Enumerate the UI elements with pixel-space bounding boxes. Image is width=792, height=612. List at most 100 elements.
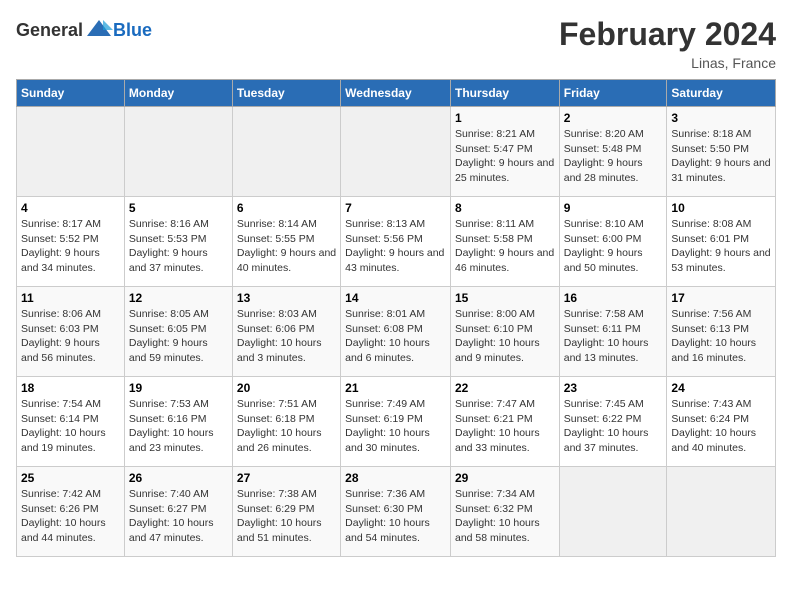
day-detail: Sunrise: 8:18 AMSunset: 5:50 PMDaylight:… [671, 127, 771, 186]
day-detail: Sunrise: 8:11 AMSunset: 5:58 PMDaylight:… [455, 217, 555, 276]
day-number: 26 [129, 471, 228, 485]
calendar-cell: 29 Sunrise: 7:34 AMSunset: 6:32 PMDayligh… [450, 467, 559, 557]
day-detail: Sunrise: 7:58 AMSunset: 6:11 PMDaylight:… [564, 307, 663, 366]
day-number: 24 [671, 381, 771, 395]
day-detail: Sunrise: 7:47 AMSunset: 6:21 PMDaylight:… [455, 397, 555, 456]
calendar-cell: 22 Sunrise: 7:47 AMSunset: 6:21 PMDayligh… [450, 377, 559, 467]
day-detail: Sunrise: 7:51 AMSunset: 6:18 PMDaylight:… [237, 397, 336, 456]
day-number: 10 [671, 201, 771, 215]
weekday-header-wednesday: Wednesday [341, 80, 451, 107]
calendar-cell: 18Sunrise: 7:54 AMSunset: 6:14 PMDayligh… [17, 377, 125, 467]
calendar-week-row: 25 Sunrise: 7:42 AMSunset: 6:26 PMDayligh… [17, 467, 776, 557]
calendar-cell: 12Sunrise: 8:05 AMSunset: 6:05 PMDayligh… [124, 287, 232, 377]
title-block: February 2024 Linas, France [559, 16, 776, 71]
calendar-cell: 20 Sunrise: 7:51 AMSunset: 6:18 PMDayligh… [232, 377, 340, 467]
calendar-cell: 17Sunrise: 7:56 AMSunset: 6:13 PMDayligh… [667, 287, 776, 377]
weekday-header-friday: Friday [559, 80, 667, 107]
calendar-cell: 8 Sunrise: 8:11 AMSunset: 5:58 PMDaylight… [450, 197, 559, 287]
day-number: 25 [21, 471, 120, 485]
day-detail: Sunrise: 8:21 AMSunset: 5:47 PMDaylight:… [455, 127, 555, 186]
calendar-cell: 1 Sunrise: 8:21 AMSunset: 5:47 PMDaylight… [450, 107, 559, 197]
calendar-cell: 28 Sunrise: 7:36 AMSunset: 6:30 PMDayligh… [341, 467, 451, 557]
calendar-cell: 10 Sunrise: 8:08 AMSunset: 6:01 PMDayligh… [667, 197, 776, 287]
calendar-cell: 27 Sunrise: 7:38 AMSunset: 6:29 PMDayligh… [232, 467, 340, 557]
day-number: 8 [455, 201, 555, 215]
calendar-cell: 21 Sunrise: 7:49 AMSunset: 6:19 PMDayligh… [341, 377, 451, 467]
calendar-week-row: 11 Sunrise: 8:06 AMSunset: 6:03 PMDayligh… [17, 287, 776, 377]
day-number: 9 [564, 201, 663, 215]
calendar-cell: 19 Sunrise: 7:53 AMSunset: 6:16 PMDayligh… [124, 377, 232, 467]
calendar-cell: 23 Sunrise: 7:45 AMSunset: 6:22 PMDayligh… [559, 377, 667, 467]
day-number: 17 [671, 291, 771, 305]
day-number: 11 [21, 291, 120, 305]
day-number: 21 [345, 381, 446, 395]
day-number: 1 [455, 111, 555, 125]
logo-blue-text: Blue [113, 20, 152, 41]
day-detail: Sunrise: 7:36 AMSunset: 6:30 PMDaylight:… [345, 487, 446, 546]
weekday-header-thursday: Thursday [450, 80, 559, 107]
day-number: 12 [129, 291, 228, 305]
day-number: 23 [564, 381, 663, 395]
logo-general-text: General [16, 20, 83, 41]
day-number: 20 [237, 381, 336, 395]
day-detail: Sunrise: 7:40 AMSunset: 6:27 PMDaylight:… [129, 487, 228, 546]
day-number: 16 [564, 291, 663, 305]
day-detail: Sunrise: 8:10 AMSunset: 6:00 PMDaylight:… [564, 217, 663, 276]
calendar-cell: 16 Sunrise: 7:58 AMSunset: 6:11 PMDayligh… [559, 287, 667, 377]
day-detail: Sunrise: 7:49 AMSunset: 6:19 PMDaylight:… [345, 397, 446, 456]
day-detail: Sunrise: 8:20 AMSunset: 5:48 PMDaylight:… [564, 127, 663, 186]
day-detail: Sunrise: 7:45 AMSunset: 6:22 PMDaylight:… [564, 397, 663, 456]
day-number: 15 [455, 291, 555, 305]
calendar-cell [341, 107, 451, 197]
day-detail: Sunrise: 8:00 AMSunset: 6:10 PMDaylight:… [455, 307, 555, 366]
day-number: 5 [129, 201, 228, 215]
day-detail: Sunrise: 7:53 AMSunset: 6:16 PMDaylight:… [129, 397, 228, 456]
day-number: 19 [129, 381, 228, 395]
day-number: 7 [345, 201, 446, 215]
calendar-cell: 26 Sunrise: 7:40 AMSunset: 6:27 PMDayligh… [124, 467, 232, 557]
calendar-week-row: 1 Sunrise: 8:21 AMSunset: 5:47 PMDaylight… [17, 107, 776, 197]
day-detail: Sunrise: 7:43 AMSunset: 6:24 PMDaylight:… [671, 397, 771, 456]
day-number: 29 [455, 471, 555, 485]
calendar-cell [124, 107, 232, 197]
day-number: 2 [564, 111, 663, 125]
location-label: Linas, France [559, 55, 776, 71]
calendar-cell: 15 Sunrise: 8:00 AMSunset: 6:10 PMDayligh… [450, 287, 559, 377]
day-number: 6 [237, 201, 336, 215]
calendar-cell: 4Sunrise: 8:17 AMSunset: 5:52 PMDaylight… [17, 197, 125, 287]
calendar-cell [667, 467, 776, 557]
day-detail: Sunrise: 8:03 AMSunset: 6:06 PMDaylight:… [237, 307, 336, 366]
calendar-cell: 25 Sunrise: 7:42 AMSunset: 6:26 PMDayligh… [17, 467, 125, 557]
calendar-cell [559, 467, 667, 557]
day-number: 14 [345, 291, 446, 305]
day-detail: Sunrise: 7:38 AMSunset: 6:29 PMDaylight:… [237, 487, 336, 546]
weekday-header-sunday: Sunday [17, 80, 125, 107]
weekday-header-row: SundayMondayTuesdayWednesdayThursdayFrid… [17, 80, 776, 107]
logo-icon [85, 16, 113, 44]
day-detail: Sunrise: 7:34 AMSunset: 6:32 PMDaylight:… [455, 487, 555, 546]
calendar-cell [232, 107, 340, 197]
calendar-cell: 11 Sunrise: 8:06 AMSunset: 6:03 PMDayligh… [17, 287, 125, 377]
day-number: 27 [237, 471, 336, 485]
day-number: 22 [455, 381, 555, 395]
day-detail: Sunrise: 8:16 AMSunset: 5:53 PMDaylight:… [129, 217, 228, 276]
day-detail: Sunrise: 8:06 AMSunset: 6:03 PMDaylight:… [21, 307, 120, 366]
day-detail: Sunrise: 7:42 AMSunset: 6:26 PMDaylight:… [21, 487, 120, 546]
day-detail: Sunrise: 7:54 AMSunset: 6:14 PMDaylight:… [21, 397, 120, 456]
day-detail: Sunrise: 8:01 AMSunset: 6:08 PMDaylight:… [345, 307, 446, 366]
calendar-cell: 3Sunrise: 8:18 AMSunset: 5:50 PMDaylight… [667, 107, 776, 197]
logo: General Blue [16, 16, 152, 44]
calendar-cell: 24 Sunrise: 7:43 AMSunset: 6:24 PMDayligh… [667, 377, 776, 467]
day-detail: Sunrise: 8:08 AMSunset: 6:01 PMDaylight:… [671, 217, 771, 276]
calendar-cell [17, 107, 125, 197]
calendar-cell: 6 Sunrise: 8:14 AMSunset: 5:55 PMDaylight… [232, 197, 340, 287]
day-number: 4 [21, 201, 120, 215]
calendar-week-row: 18Sunrise: 7:54 AMSunset: 6:14 PMDayligh… [17, 377, 776, 467]
weekday-header-monday: Monday [124, 80, 232, 107]
calendar-cell: 9 Sunrise: 8:10 AMSunset: 6:00 PMDaylight… [559, 197, 667, 287]
page-header: General Blue February 2024 Linas, France [16, 16, 776, 71]
calendar-cell: 5 Sunrise: 8:16 AMSunset: 5:53 PMDaylight… [124, 197, 232, 287]
weekday-header-tuesday: Tuesday [232, 80, 340, 107]
day-number: 28 [345, 471, 446, 485]
day-detail: Sunrise: 8:14 AMSunset: 5:55 PMDaylight:… [237, 217, 336, 276]
